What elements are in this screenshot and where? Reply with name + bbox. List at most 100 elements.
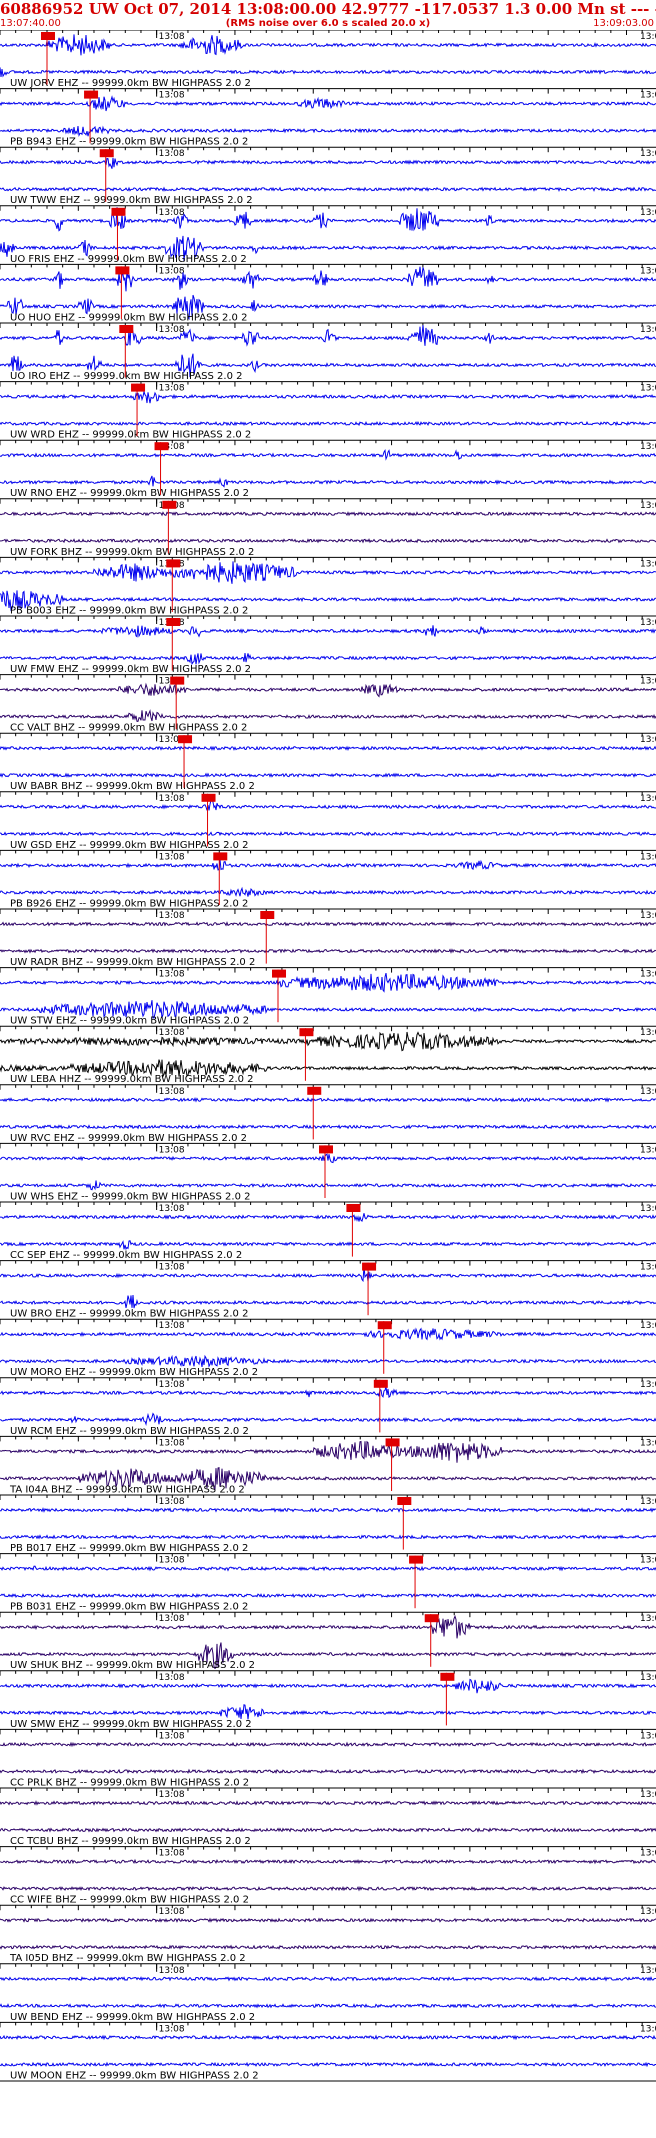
minute-tick-label: 13:08 <box>159 208 185 218</box>
waveform-trace <box>0 186 656 192</box>
waveform-trace <box>0 207 656 232</box>
channel-label: PB B926 EHZ -- 99999.0km BW HIGHPASS 2.0… <box>10 898 248 909</box>
right-tick-label: 13:0 <box>640 91 656 101</box>
waveform-trace <box>0 745 656 751</box>
channel-22: 13:08 13:0 UW MORO EHZ -- 99999.0km BW HIG… <box>0 1318 656 1378</box>
pick-marker <box>377 1321 392 1330</box>
waveform-trace <box>0 1614 656 1639</box>
pick-marker <box>440 1672 455 1681</box>
right-tick-label: 13:0 <box>640 970 656 980</box>
channel-label: UW BEND EHZ -- 99999.0km BW HIGHPASS 2.0… <box>10 2012 255 2023</box>
channel-30: 13:08 13:0 CC TCBU BHZ -- 99999.0km BW HIG… <box>0 1787 656 1847</box>
channel-31: 13:08 13:0 CC WIFE BHZ -- 99999.0km BW HIG… <box>0 1846 656 1906</box>
channel-33: 13:08 13:0 UW BEND EHZ -- 99999.0km BW HIG… <box>0 1963 656 2023</box>
pick-marker <box>409 1555 424 1564</box>
pick-marker <box>385 1438 400 1447</box>
pick-marker <box>299 1028 314 1037</box>
channel-4: 13:08 13:0 UO HUO EHZ -- 99999.0km BW HIGH… <box>0 263 656 323</box>
waveform-trace <box>0 1096 656 1103</box>
channel-label: CC SEP EHZ -- 99999.0km BW HIGHPASS 2.0 … <box>10 1250 242 1261</box>
waveform-trace <box>0 1386 656 1399</box>
pick-marker <box>346 1204 361 1212</box>
channel-1: 13:08 13:0 PB B943 EHZ -- 99999.0km BW HIG… <box>0 88 656 148</box>
right-tick-label: 13:0 <box>640 1204 656 1214</box>
channel-label: TA I05D BHZ -- 99999.0km BW HIGHPASS 2.0… <box>9 1953 246 1964</box>
channel-label: UW GSD EHZ -- 99999.0km BW HIGHPASS 2.0 … <box>10 840 249 851</box>
waveform-trace <box>0 1827 656 1833</box>
minute-tick-label: 13:08 <box>159 1087 185 1097</box>
channel-label: TA I04A BHZ -- 99999.0km BW HIGHPASS 2.0… <box>9 1484 245 1495</box>
channel-8: 13:0813:0UW FORK BHZ -- 99999.0km BW HIG… <box>0 498 656 558</box>
waveform-trace <box>0 538 656 544</box>
minute-tick-label: 13:08 <box>159 1614 185 1624</box>
minute-tick-label: 13:08 <box>159 384 185 394</box>
right-tick-label: 13:0 <box>640 1556 656 1566</box>
waveform-trace <box>0 1678 656 1694</box>
minute-tick-label: 13:08 <box>159 1790 185 1800</box>
minute-tick-label: 13:08 <box>159 1145 185 1155</box>
waveform-trace <box>0 1704 656 1720</box>
right-tick-label: 13:0 <box>640 442 656 452</box>
channel-label: PB B017 EHZ -- 99999.0km BW HIGHPASS 2.0… <box>10 1543 248 1554</box>
channel-24: 13:08 13:0 TA I04A BHZ -- 99999.0km BW HIG… <box>0 1435 656 1495</box>
end-time-label: 13:09:03.00 <box>593 18 654 29</box>
pick-marker <box>362 1262 377 1271</box>
minute-tick-label: 13:08 <box>159 911 185 921</box>
pick-marker <box>424 1614 439 1623</box>
minute-tick-label: 13:08 <box>159 1028 185 1038</box>
right-tick-label: 13:0 <box>640 1790 656 1800</box>
waveform-trace <box>0 1124 656 1130</box>
waveform-trace <box>0 1213 656 1223</box>
waveform-trace <box>0 1240 656 1251</box>
channel-label: UW BRO EHZ -- 99999.0km BW HIGHPASS 2.0 … <box>10 1309 248 1320</box>
minute-tick-label: 13:08 <box>159 1321 185 1331</box>
pick-marker <box>213 852 228 861</box>
minute-tick-label: 13:08 <box>159 1204 185 1214</box>
minute-tick-label: 13:08 <box>159 1497 185 1507</box>
channel-label: CC PRLK BHZ -- 99999.0km BW HIGHPASS 2.0… <box>10 1777 249 1788</box>
channel-13: 13:08 13:0 UW GSD EHZ -- 99999.0km BW HIGH… <box>0 791 656 851</box>
channel-15: 13:08 13:0 UW RADR BHZ -- 99999.0km BW HIG… <box>0 908 656 968</box>
channel-label: CC TCBU BHZ -- 99999.0km BW HIGHPASS 2.0… <box>10 1836 251 1847</box>
channel-label: UW STW EHZ -- 99999.0km BW HIGHPASS 2.0 … <box>10 1016 249 1027</box>
waveform-trace <box>0 1917 656 1923</box>
pick-marker <box>131 383 146 392</box>
waveform-trace <box>0 1507 656 1513</box>
pick-marker <box>166 618 181 626</box>
pick-marker <box>111 207 126 216</box>
pick-marker <box>40 32 55 40</box>
right-tick-label: 13:0 <box>640 911 656 921</box>
pick-marker <box>272 969 287 978</box>
waveform-trace <box>0 475 656 488</box>
waveform-trace <box>0 709 656 722</box>
channel-label: UW BABR BHZ -- 99999.0km BW HIGHPASS 2.0… <box>10 781 255 792</box>
channel-18: 13:08 13:0 UW RVC EHZ -- 99999.0km BW HIGH… <box>0 1084 656 1144</box>
right-tick-label: 13:0 <box>640 1907 656 1917</box>
channel-label: UW FORK BHZ -- 99999.0km BW HIGHPASS 2.0… <box>10 547 254 558</box>
channel-label: UW MOON EHZ -- 99999.0km BW HIGHPASS 2.0… <box>10 2070 259 2081</box>
channel-26: 13:08 13:0 PB B031 EHZ -- 99999.0km BW HIG… <box>0 1553 656 1613</box>
pick-marker <box>397 1497 412 1505</box>
waveform-trace <box>0 95 656 112</box>
minute-tick-label: 13:08 <box>159 1556 185 1566</box>
channel-14: 13:08 13:0 PB B926 EHZ -- 99999.0km BW HIG… <box>0 849 656 909</box>
right-tick-label: 13:0 <box>640 1731 656 1741</box>
channel-label: UW MORO EHZ -- 99999.0km BW HIGHPASS 2.0… <box>10 1367 258 1378</box>
channel-23: 13:08 13:0 UW RCM EHZ -- 99999.0km BW HIGH… <box>0 1377 656 1437</box>
waveform-trace <box>0 859 656 871</box>
waveform-trace <box>0 449 656 461</box>
right-tick-label: 13:0 <box>640 501 656 511</box>
waveform-trace <box>0 2034 656 2041</box>
channel-25: 13:08 13:0 PB B017 EHZ -- 99999.0km BW HIG… <box>0 1494 656 1554</box>
right-tick-label: 13:0 <box>640 618 656 628</box>
channel-label: UW RADR BHZ -- 99999.0km BW HIGHPASS 2.0… <box>10 957 255 968</box>
channel-label: PB B031 EHZ -- 99999.0km BW HIGHPASS 2.0… <box>10 1602 248 1613</box>
right-tick-label: 13:0 <box>640 1966 656 1976</box>
waveform-trace <box>0 1944 656 1951</box>
waveform-trace <box>0 324 656 347</box>
right-tick-label: 13:0 <box>640 149 656 159</box>
channel-label: UW WHS EHZ -- 99999.0km BW HIGHPASS 2.0 … <box>10 1191 251 1202</box>
channel-label: UW JORV EHZ -- 99999.0km BW HIGHPASS 2.0… <box>10 78 251 89</box>
minute-tick-label: 13:08 <box>159 91 185 101</box>
minute-tick-label: 13:08 <box>159 970 185 980</box>
